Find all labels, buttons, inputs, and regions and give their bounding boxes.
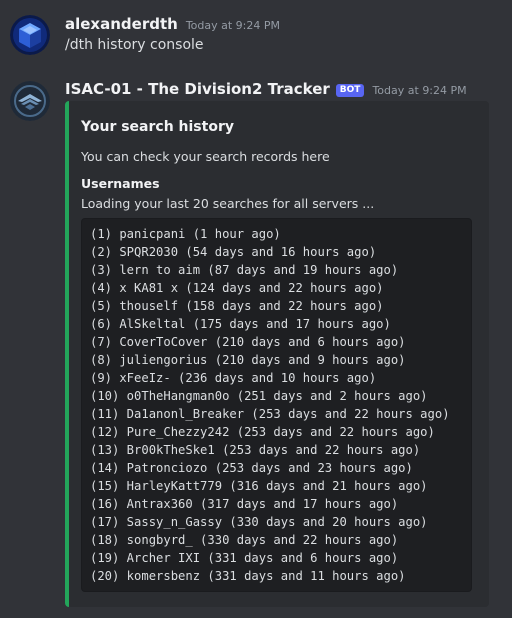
embed-title: Your search history (81, 119, 234, 135)
list-item: (7) CoverToCover (210 days and 6 hours a… (90, 335, 406, 349)
list-item: (5) thouself (158 days and 22 hours ago) (90, 299, 384, 313)
list-item: (18) songbyrd_ (330 days and 22 hours ag… (90, 533, 399, 547)
list-item: (6) AlSkeltal (175 days and 17 hours ago… (90, 317, 391, 331)
list-item: (11) Da1anonl_Breaker (253 days and 22 h… (90, 407, 450, 421)
list-item: (2) SPQR2030 (54 days and 16 hours ago) (90, 245, 377, 259)
username[interactable]: ISAC-01 - The Division2 Tracker (65, 80, 330, 98)
embed-description: You can check your search records here (81, 149, 330, 164)
code-block: (1) panicpani (1 hour ago) (2) SPQR2030 … (81, 218, 472, 592)
list-item: (17) Sassy_n_Gassy (330 days and 20 hour… (90, 515, 428, 529)
list-item: (14) Patronciozo (253 days and 23 hours … (90, 461, 413, 475)
list-item: (13) Br00kTheSke1 (253 days and 22 hours… (90, 443, 421, 457)
avatar[interactable] (10, 81, 50, 121)
list-item: (19) Archer IXI (331 days and 6 hours ag… (90, 551, 399, 565)
message-isac: ISAC-01 - The Division2 Tracker BOT Toda… (0, 0, 512, 618)
embed: Your search history You can check your s… (65, 101, 489, 607)
list-item: (20) komersbenz (331 days and 11 hours a… (90, 569, 406, 583)
list-item: (1) panicpani (1 hour ago) (90, 227, 281, 241)
division-shd-icon (10, 81, 50, 121)
list-item: (10) o0TheHangman0o (251 days and 2 hour… (90, 389, 428, 403)
list-item: (9) xFeeIz- (236 days and 10 hours ago) (90, 371, 377, 385)
list-item: (12) Pure_Chezzy242 (253 days and 22 hou… (90, 425, 435, 439)
list-item: (3) lern to aim (87 days and 19 hours ag… (90, 263, 399, 277)
list-item: (16) Antrax360 (317 days and 17 hours ag… (90, 497, 399, 511)
field-value: Loading your last 20 searches for all se… (81, 196, 375, 211)
field-name: Usernames (81, 176, 160, 191)
list-item: (8) juliengorius (210 days and 9 hours a… (90, 353, 406, 367)
list-item: (4) x KA81 x (124 days and 22 hours ago) (90, 281, 384, 295)
list-item: (15) HarleyKatt779 (316 days and 21 hour… (90, 479, 428, 493)
bot-badge: BOT (335, 84, 365, 97)
timestamp: Today at 9:24 PM (372, 84, 467, 97)
